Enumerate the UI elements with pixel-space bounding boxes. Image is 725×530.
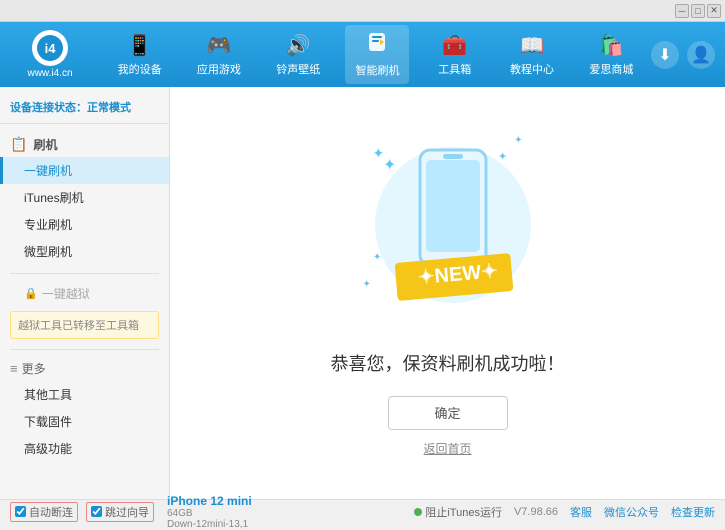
close-button[interactable]: ✕ bbox=[707, 4, 721, 18]
nav-right: ⬇ 👤 bbox=[651, 41, 715, 69]
sidebar-item-one-click-flash[interactable]: 一键刷机 bbox=[0, 157, 169, 184]
device-storage: 64GB bbox=[167, 508, 252, 519]
minimize-button[interactable]: ─ bbox=[675, 4, 689, 18]
sidebar: 设备连接状态：正常模式 📋 刷机 一键刷机 iTunes刷机 专业刷机 微型刷机… bbox=[0, 87, 170, 499]
user-button[interactable]: 👤 bbox=[687, 41, 715, 69]
status-label: 设备连接状态： bbox=[10, 102, 87, 114]
nav-item-vip-store[interactable]: 🛍️ 爱思商城 bbox=[579, 27, 643, 83]
ringtone-icon: 🔊 bbox=[286, 33, 311, 58]
itunes-status-dot bbox=[414, 508, 422, 516]
nav-item-smart-flash[interactable]: 智能刷机 bbox=[345, 25, 409, 84]
sparkle-icon-1: ✦ bbox=[373, 145, 385, 162]
success-title: 恭喜您，保资料刷机成功啦！ bbox=[331, 350, 565, 376]
connection-status: 设备连接状态：正常模式 bbox=[0, 95, 169, 124]
my-device-label: 我的设备 bbox=[118, 61, 162, 77]
version-label: V7.98.66 bbox=[514, 506, 558, 518]
logo-text: www.i4.cn bbox=[27, 68, 72, 79]
content-area: ✦ ✦ ✦ ✦ ✦ ✦ ✦NEW✦ bbox=[170, 87, 725, 499]
wechat-link[interactable]: 微信公众号 bbox=[604, 504, 659, 520]
itunes-status: 阻止iTunes运行 bbox=[414, 504, 502, 520]
success-illustration: ✦ ✦ ✦ ✦ ✦ ✦ ✦NEW✦ bbox=[348, 130, 548, 330]
flash-section: 📋 刷机 一键刷机 iTunes刷机 专业刷机 微型刷机 bbox=[0, 130, 169, 267]
auto-disconnect-input[interactable] bbox=[15, 506, 26, 517]
maximize-button[interactable]: □ bbox=[691, 4, 705, 18]
sidebar-divider-2 bbox=[10, 349, 159, 350]
sparkle-icon-2: ✦ bbox=[514, 135, 522, 146]
device-name: iPhone 12 mini bbox=[167, 494, 252, 508]
top-nav: i4 www.i4.cn 📱 我的设备 🎮 应用游戏 🔊 铃声壁纸 bbox=[0, 22, 725, 87]
logo[interactable]: i4 www.i4.cn bbox=[10, 30, 90, 79]
nav-items: 📱 我的设备 🎮 应用游戏 🔊 铃声壁纸 智能刷机 🧰 工具箱 bbox=[100, 25, 651, 84]
nav-item-my-device[interactable]: 📱 我的设备 bbox=[108, 27, 172, 83]
toolbox-label: 工具箱 bbox=[438, 61, 471, 77]
my-device-icon: 📱 bbox=[127, 33, 152, 58]
nav-item-ringtone[interactable]: 🔊 铃声壁纸 bbox=[266, 27, 330, 83]
nav-item-tutorial[interactable]: 📖 教程中心 bbox=[500, 27, 564, 83]
bottom-bar-right: 阻止iTunes运行 V7.98.66 客服 微信公众号 检查更新 bbox=[414, 504, 715, 520]
skip-wizard-input[interactable] bbox=[91, 506, 102, 517]
main-area: 设备连接状态：正常模式 📋 刷机 一键刷机 iTunes刷机 专业刷机 微型刷机… bbox=[0, 87, 725, 499]
auto-disconnect-checkbox[interactable]: 自动断连 bbox=[10, 502, 78, 522]
skip-wizard-label: 跳过向导 bbox=[105, 504, 149, 520]
sidebar-item-other-tools[interactable]: 其他工具 bbox=[0, 381, 169, 408]
more-icon: ≡ bbox=[10, 361, 18, 376]
bottom-bar-left: 自动断连 跳过向导 iPhone 12 mini 64GB Down-12min… bbox=[10, 494, 404, 530]
smart-flash-label: 智能刷机 bbox=[355, 62, 399, 78]
vip-store-icon: 🛍️ bbox=[599, 33, 624, 58]
nav-item-toolbox[interactable]: 🧰 工具箱 bbox=[425, 27, 485, 83]
more-section-title: ≡ 更多 bbox=[0, 356, 169, 381]
sparkle-icon-3: ✦ bbox=[363, 279, 371, 290]
toolbox-icon: 🧰 bbox=[442, 33, 467, 58]
support-link[interactable]: 客服 bbox=[570, 504, 592, 520]
tutorial-label: 教程中心 bbox=[510, 61, 554, 77]
title-bar: ─ □ ✕ bbox=[0, 0, 725, 22]
auto-disconnect-label: 自动断连 bbox=[29, 504, 73, 520]
apps-games-icon: 🎮 bbox=[206, 33, 231, 58]
logo-icon: i4 bbox=[32, 30, 68, 66]
nav-item-apps-games[interactable]: 🎮 应用游戏 bbox=[187, 27, 251, 83]
back-link[interactable]: 返回首页 bbox=[423, 440, 471, 457]
bottom-bar: 自动断连 跳过向导 iPhone 12 mini 64GB Down-12min… bbox=[0, 499, 725, 523]
flash-section-icon: 📋 bbox=[10, 136, 27, 153]
ringtone-label: 铃声壁纸 bbox=[276, 61, 320, 77]
sidebar-item-jailbreak: 🔒 一键越狱 bbox=[0, 280, 169, 307]
download-button[interactable]: ⬇ bbox=[651, 41, 679, 69]
sidebar-item-pro-flash[interactable]: 专业刷机 bbox=[0, 211, 169, 238]
sidebar-item-advanced[interactable]: 高级功能 bbox=[0, 435, 169, 462]
apps-games-label: 应用游戏 bbox=[197, 61, 241, 77]
status-value: 正常模式 bbox=[87, 102, 131, 114]
svg-text:✦: ✦ bbox=[498, 151, 507, 163]
itunes-status-label: 阻止iTunes运行 bbox=[425, 504, 502, 520]
sidebar-item-micro-flash[interactable]: 微型刷机 bbox=[0, 238, 169, 265]
sidebar-item-download-fw[interactable]: 下载固件 bbox=[0, 408, 169, 435]
jailbreak-warning: 越狱工具已转移至工具箱 bbox=[10, 311, 159, 339]
vip-store-label: 爱思商城 bbox=[589, 61, 633, 77]
sidebar-divider-1 bbox=[10, 273, 159, 274]
skip-wizard-checkbox[interactable]: 跳过向导 bbox=[86, 502, 154, 522]
svg-text:i4: i4 bbox=[45, 41, 57, 56]
flash-section-title: 📋 刷机 bbox=[0, 132, 169, 157]
tutorial-icon: 📖 bbox=[520, 33, 545, 58]
svg-text:✦: ✦ bbox=[383, 157, 396, 174]
svg-text:✦: ✦ bbox=[373, 252, 381, 263]
device-version: Down-12mini-13,1 bbox=[167, 519, 252, 530]
device-info: iPhone 12 mini 64GB Down-12mini-13,1 bbox=[167, 494, 252, 530]
update-link[interactable]: 检查更新 bbox=[671, 504, 715, 520]
smart-flash-icon bbox=[366, 31, 388, 59]
sidebar-item-itunes-flash[interactable]: iTunes刷机 bbox=[0, 184, 169, 211]
confirm-button[interactable]: 确定 bbox=[388, 396, 508, 430]
lock-icon: 🔒 bbox=[24, 287, 38, 300]
